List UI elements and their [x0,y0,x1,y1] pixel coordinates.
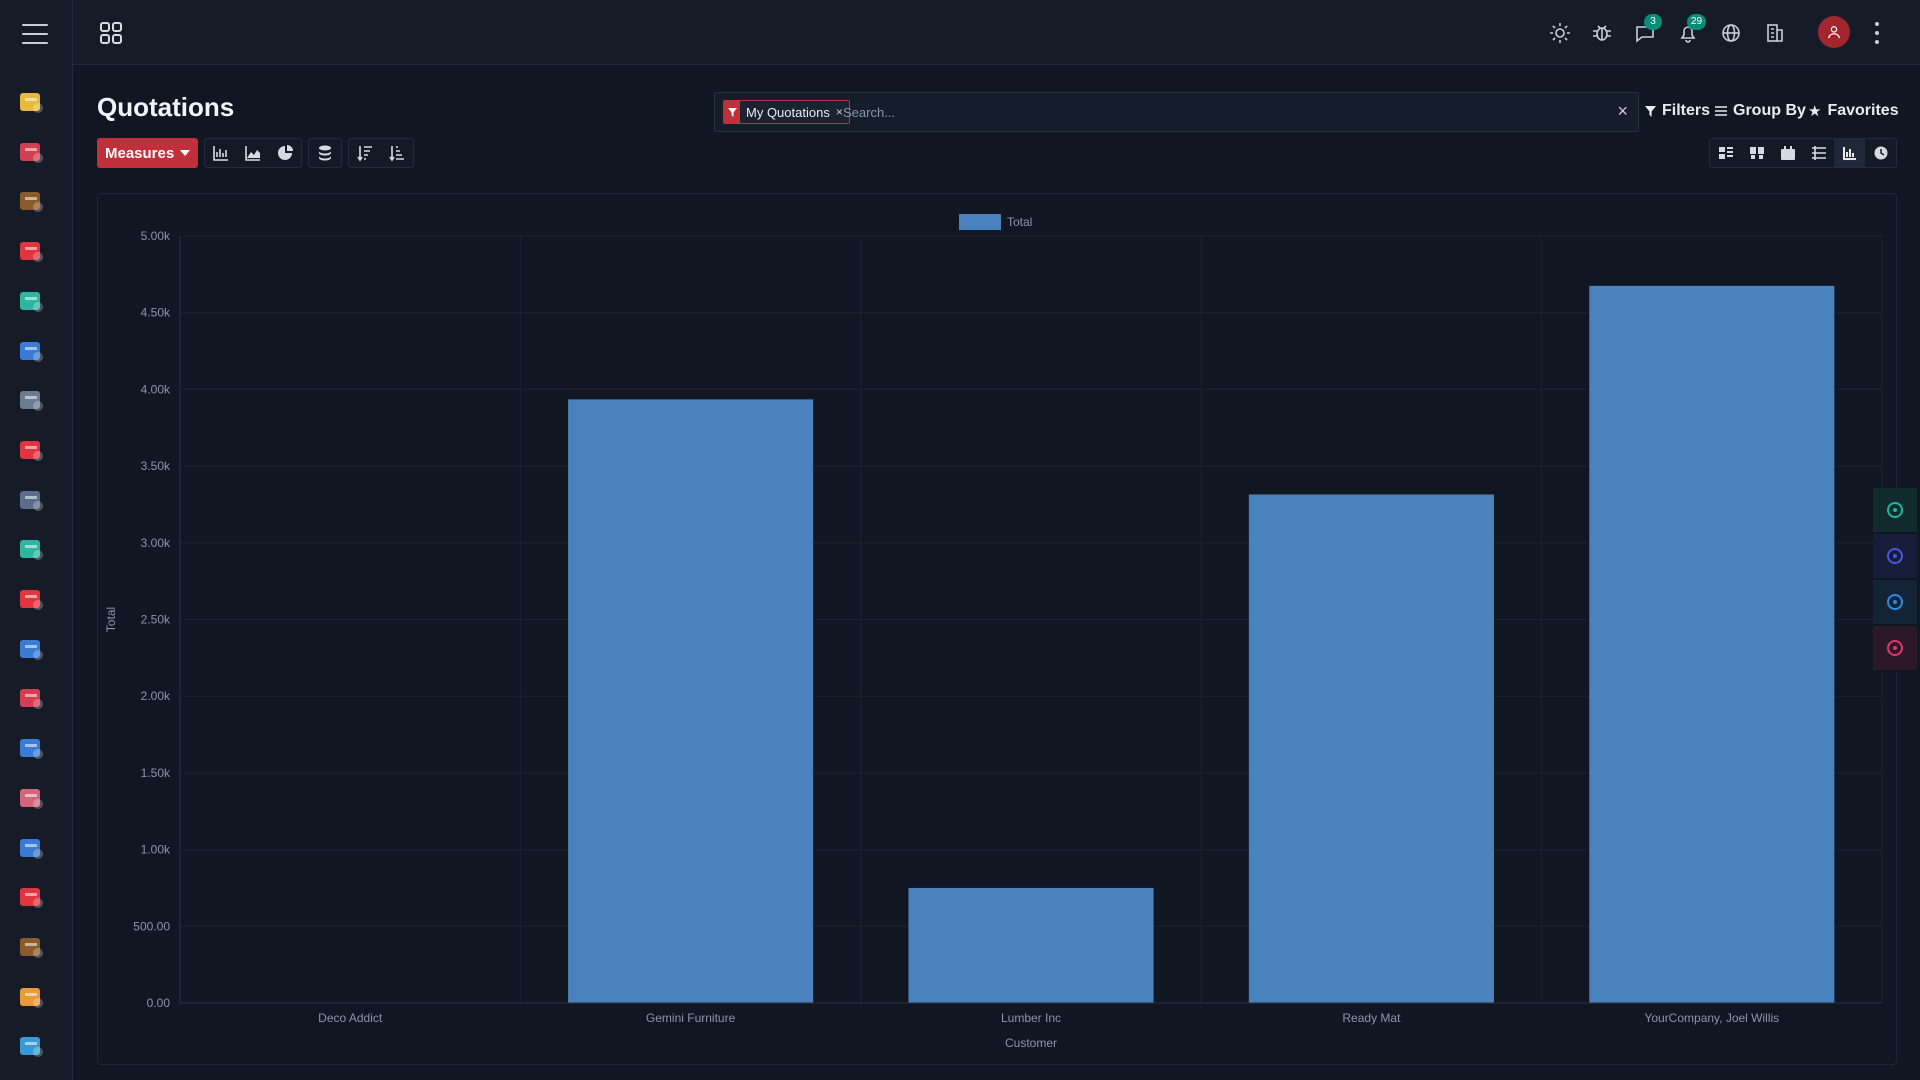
apps-grid-icon[interactable] [100,22,122,44]
kanban-view-icon[interactable] [1710,139,1741,167]
chart-bar[interactable] [568,399,814,1004]
y-tick-label: 500.00 [133,919,170,933]
zoom-in-icon[interactable] [1873,488,1917,532]
notifications-badge: 29 [1687,14,1707,30]
calendar-app-icon[interactable] [15,136,47,168]
contacts-app-icon[interactable] [15,185,47,217]
filters-button[interactable]: Filters [1645,102,1710,120]
globe-icon[interactable] [1718,20,1744,46]
y-tick-label: 1.50k [141,766,171,780]
hamburger-menu-icon[interactable] [22,24,48,44]
view-switcher [1709,138,1897,168]
measures-label: Measures [105,144,175,162]
calendar-view-icon[interactable] [1772,139,1803,167]
y-tick-label: 0.00 [147,996,171,1010]
y-tick-label: 3.50k [141,459,171,473]
chat-app-icon[interactable] [15,1030,47,1062]
avatar[interactable] [1818,16,1850,48]
chart-type-group [204,138,302,168]
kebab-menu-icon[interactable] [1873,22,1881,44]
y-tick-label: 2.50k [141,613,171,627]
y-tick-label: 1.00k [141,843,171,857]
discuss-app-icon[interactable] [15,86,47,118]
pos-app-icon[interactable] [15,335,47,367]
sort-group [348,138,414,168]
search-input[interactable] [843,101,1583,123]
sales-app-icon[interactable] [15,285,47,317]
app-sidebar [0,0,73,1080]
fleet-app-icon[interactable] [15,832,47,864]
wallet-app-icon[interactable] [15,931,47,963]
x-tick-label: Deco Addict [318,1011,383,1025]
project-app-icon[interactable] [15,434,47,466]
filter-icon [724,101,740,123]
chart-bar[interactable] [908,887,1154,1003]
search-bar[interactable]: My Quotations × × [714,92,1639,132]
crm-app-icon[interactable] [15,235,47,267]
x-tick-label: Gemini Furniture [646,1011,736,1025]
sun-icon[interactable] [1547,20,1573,46]
sort-descending-icon[interactable] [349,139,381,167]
chart-bar[interactable] [1589,285,1835,1004]
list-icon [1715,106,1727,116]
sort-ascending-icon[interactable] [381,139,413,167]
x-axis-label: Customer [1005,1036,1057,1050]
y-tick-label: 2.00k [141,689,171,703]
timesheet-app-icon[interactable] [15,484,47,516]
group-by-button[interactable]: Group By [1715,102,1806,120]
bar-chart: 0.00 500.00 1.00k 1.50k 2.00k 2.50k 3.00k 3.50k… [104,229,1883,1050]
measures-button[interactable]: Measures [97,138,199,168]
time-off-app-icon[interactable] [15,881,47,913]
x-tick-label: Lumber Inc [1001,1011,1061,1025]
user-icon [1828,26,1840,39]
manufacturing-app-icon[interactable] [15,633,47,665]
y-tick-label: 3.00k [141,536,171,550]
filters-label: Filters [1662,102,1711,119]
inventory-app-icon[interactable] [15,682,47,714]
building-icon[interactable] [1762,20,1788,46]
top-navbar: 3 29 [73,0,1920,65]
pie-chart-icon[interactable] [269,139,301,167]
purchase-app-icon[interactable] [15,583,47,615]
y-axis-label: Total [104,607,118,632]
floating-toolbar [1873,488,1917,672]
clear-search-icon[interactable]: × [1617,101,1628,121]
stacked-group [308,138,342,168]
graph-view-icon[interactable] [1834,139,1865,167]
invoicing-app-icon[interactable] [15,384,47,416]
members-app-icon[interactable] [15,981,47,1013]
pivot-view-icon[interactable] [1803,139,1834,167]
y-tick-label: 4.00k [141,382,171,396]
x-tick-label: Ready Mat [1342,1011,1401,1025]
x-tick-label: YourCompany, Joel Willis [1644,1011,1779,1025]
favorites-label: Favorites [1827,102,1899,119]
chart-bar[interactable] [1248,494,1494,1003]
expenses-app-icon[interactable] [15,533,47,565]
bug-icon[interactable] [1589,20,1615,46]
messages-icon[interactable]: 3 [1632,14,1662,46]
filter-icon [1645,105,1656,117]
fullscreen-icon[interactable] [1873,534,1917,578]
activity-view-icon[interactable] [1865,139,1896,167]
y-tick-label: 4.50k [141,306,171,320]
stacked-icon[interactable] [309,139,341,167]
graph-panel: Total 0.00 500.00 1.00k 1.50k 2.00k 2.50k 3.00… [97,193,1897,1065]
caret-down-icon [180,150,191,156]
facet-label: My Quotations [746,104,830,120]
group-by-label: Group By [1733,102,1806,119]
search-facet[interactable]: My Quotations × [723,100,850,124]
list-view-icon[interactable] [1741,139,1772,167]
gear-icon[interactable] [1873,580,1917,624]
line-chart-icon[interactable] [237,139,269,167]
employees-app-icon[interactable] [15,782,47,814]
settings-tools-app-icon[interactable] [15,732,47,764]
favorites-button[interactable]: ★ Favorites [1808,102,1899,120]
bell-icon[interactable]: 29 [1675,14,1707,46]
page-title: Quotations [97,92,235,122]
bar-chart-icon[interactable] [205,139,237,167]
star-icon: ★ [1808,103,1822,120]
messages-badge: 3 [1644,14,1662,30]
palette-icon[interactable] [1873,626,1917,670]
y-tick-label: 5.00k [141,229,171,243]
